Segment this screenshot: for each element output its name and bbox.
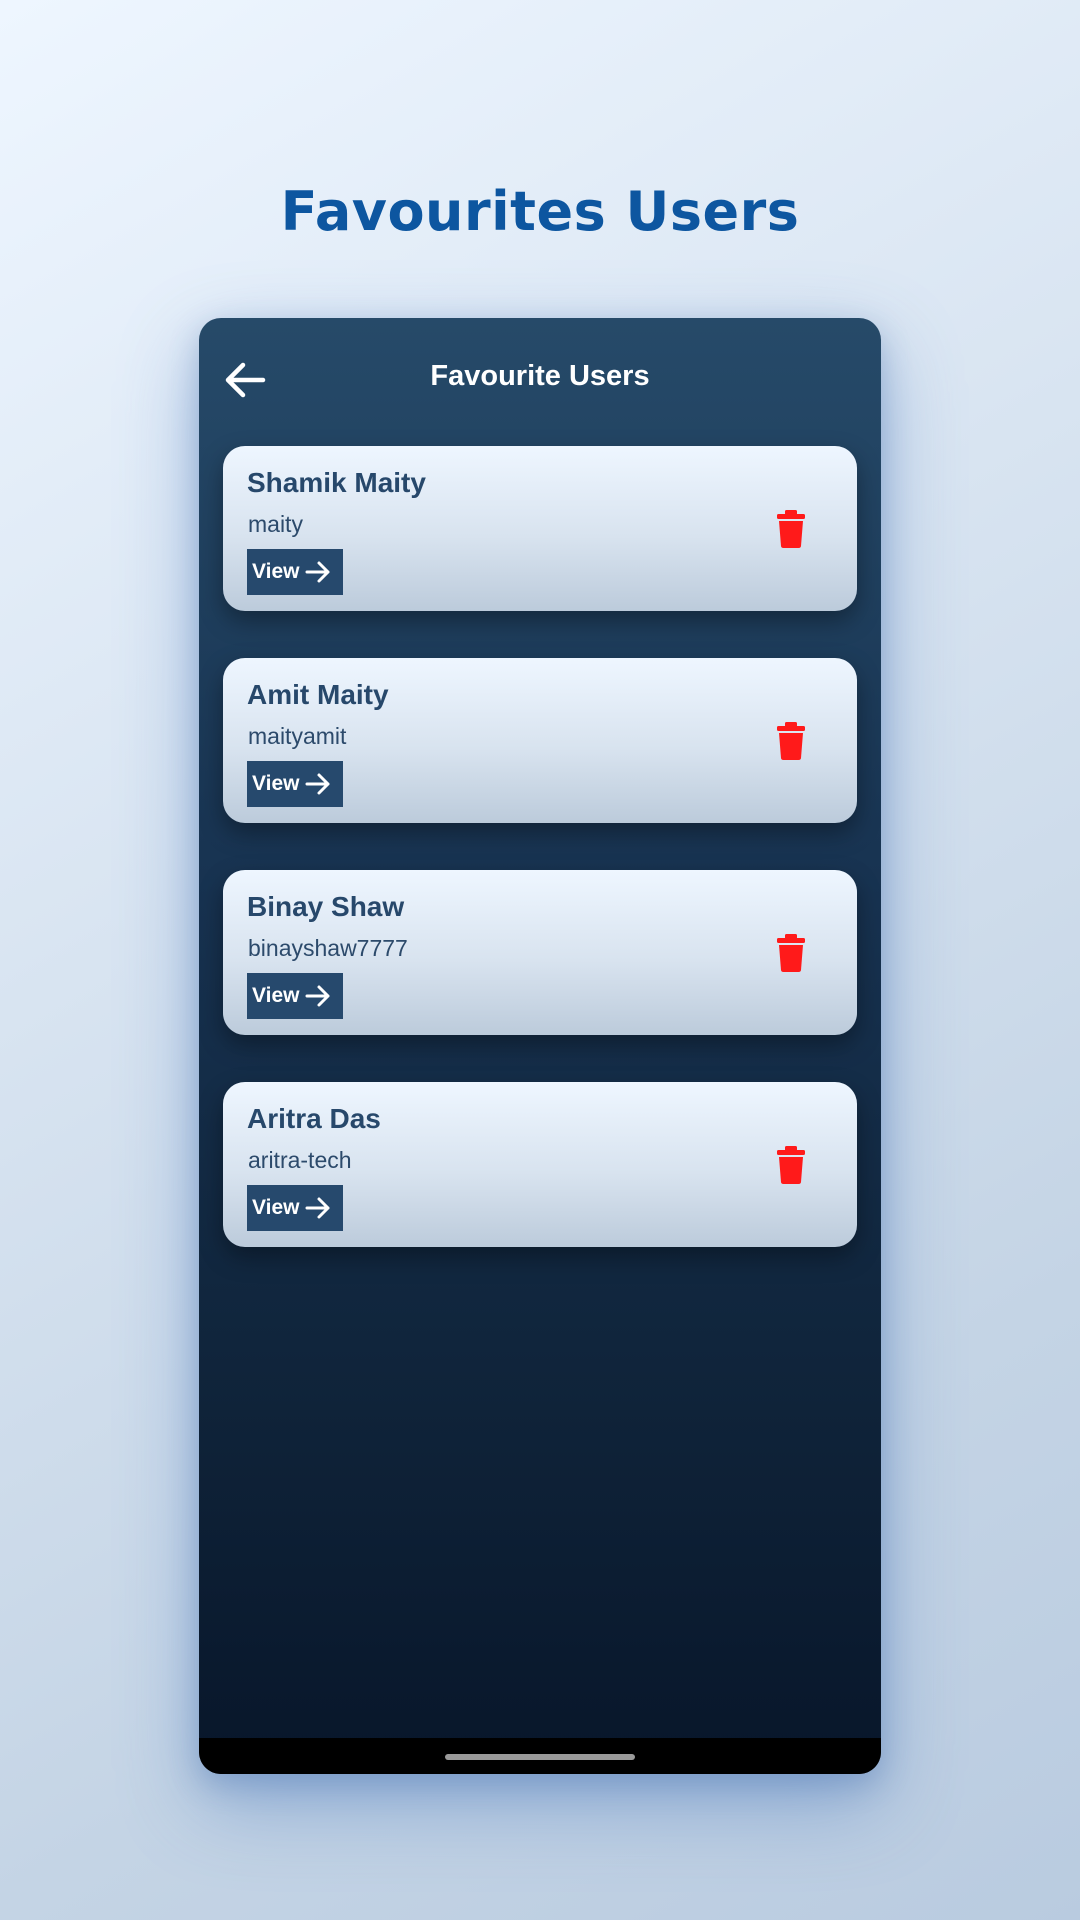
user-username: maity bbox=[248, 511, 303, 537]
delete-button[interactable] bbox=[773, 1145, 809, 1185]
phone-screen: Favourite Users Shamik Maity maity View … bbox=[199, 318, 881, 1774]
arrow-right-icon bbox=[305, 1197, 330, 1219]
arrow-right-icon bbox=[305, 985, 330, 1007]
user-name: Amit Maity bbox=[247, 679, 389, 710]
user-username: binayshaw7777 bbox=[248, 935, 408, 961]
user-name: Binay Shaw bbox=[247, 891, 405, 922]
system-navigation-bar bbox=[199, 1738, 881, 1774]
view-button-label: View bbox=[252, 984, 300, 1007]
user-name: Aritra Das bbox=[247, 1103, 381, 1134]
home-indicator[interactable] bbox=[445, 1754, 635, 1760]
user-card: Shamik Maity maity View bbox=[223, 446, 857, 611]
trash-icon bbox=[777, 510, 805, 548]
delete-button[interactable] bbox=[773, 721, 809, 761]
view-button[interactable]: View bbox=[247, 761, 343, 807]
delete-button[interactable] bbox=[773, 933, 809, 973]
favourite-users-list: Shamik Maity maity View Amit Maity maity… bbox=[223, 446, 857, 1294]
arrow-right-icon bbox=[305, 561, 330, 583]
trash-icon bbox=[777, 1146, 805, 1184]
user-username: aritra-tech bbox=[248, 1147, 352, 1173]
user-name: Shamik Maity bbox=[247, 467, 426, 498]
view-button-label: View bbox=[252, 772, 300, 795]
user-card: Aritra Das aritra-tech View bbox=[223, 1082, 857, 1247]
page-title: Favourites Users bbox=[280, 180, 800, 243]
view-button-label: View bbox=[252, 1196, 300, 1219]
arrow-right-icon bbox=[305, 773, 330, 795]
trash-icon bbox=[777, 934, 805, 972]
delete-button[interactable] bbox=[773, 509, 809, 549]
view-button[interactable]: View bbox=[247, 1185, 343, 1231]
trash-icon bbox=[777, 722, 805, 760]
app-bar-title: Favourite Users bbox=[430, 360, 650, 392]
user-card: Binay Shaw binayshaw7777 View bbox=[223, 870, 857, 1035]
user-username: maityamit bbox=[248, 723, 347, 749]
view-button-label: View bbox=[252, 560, 300, 583]
user-card: Amit Maity maityamit View bbox=[223, 658, 857, 823]
view-button[interactable]: View bbox=[247, 549, 343, 595]
view-button[interactable]: View bbox=[247, 973, 343, 1019]
app-bar: Favourite Users bbox=[199, 318, 881, 438]
